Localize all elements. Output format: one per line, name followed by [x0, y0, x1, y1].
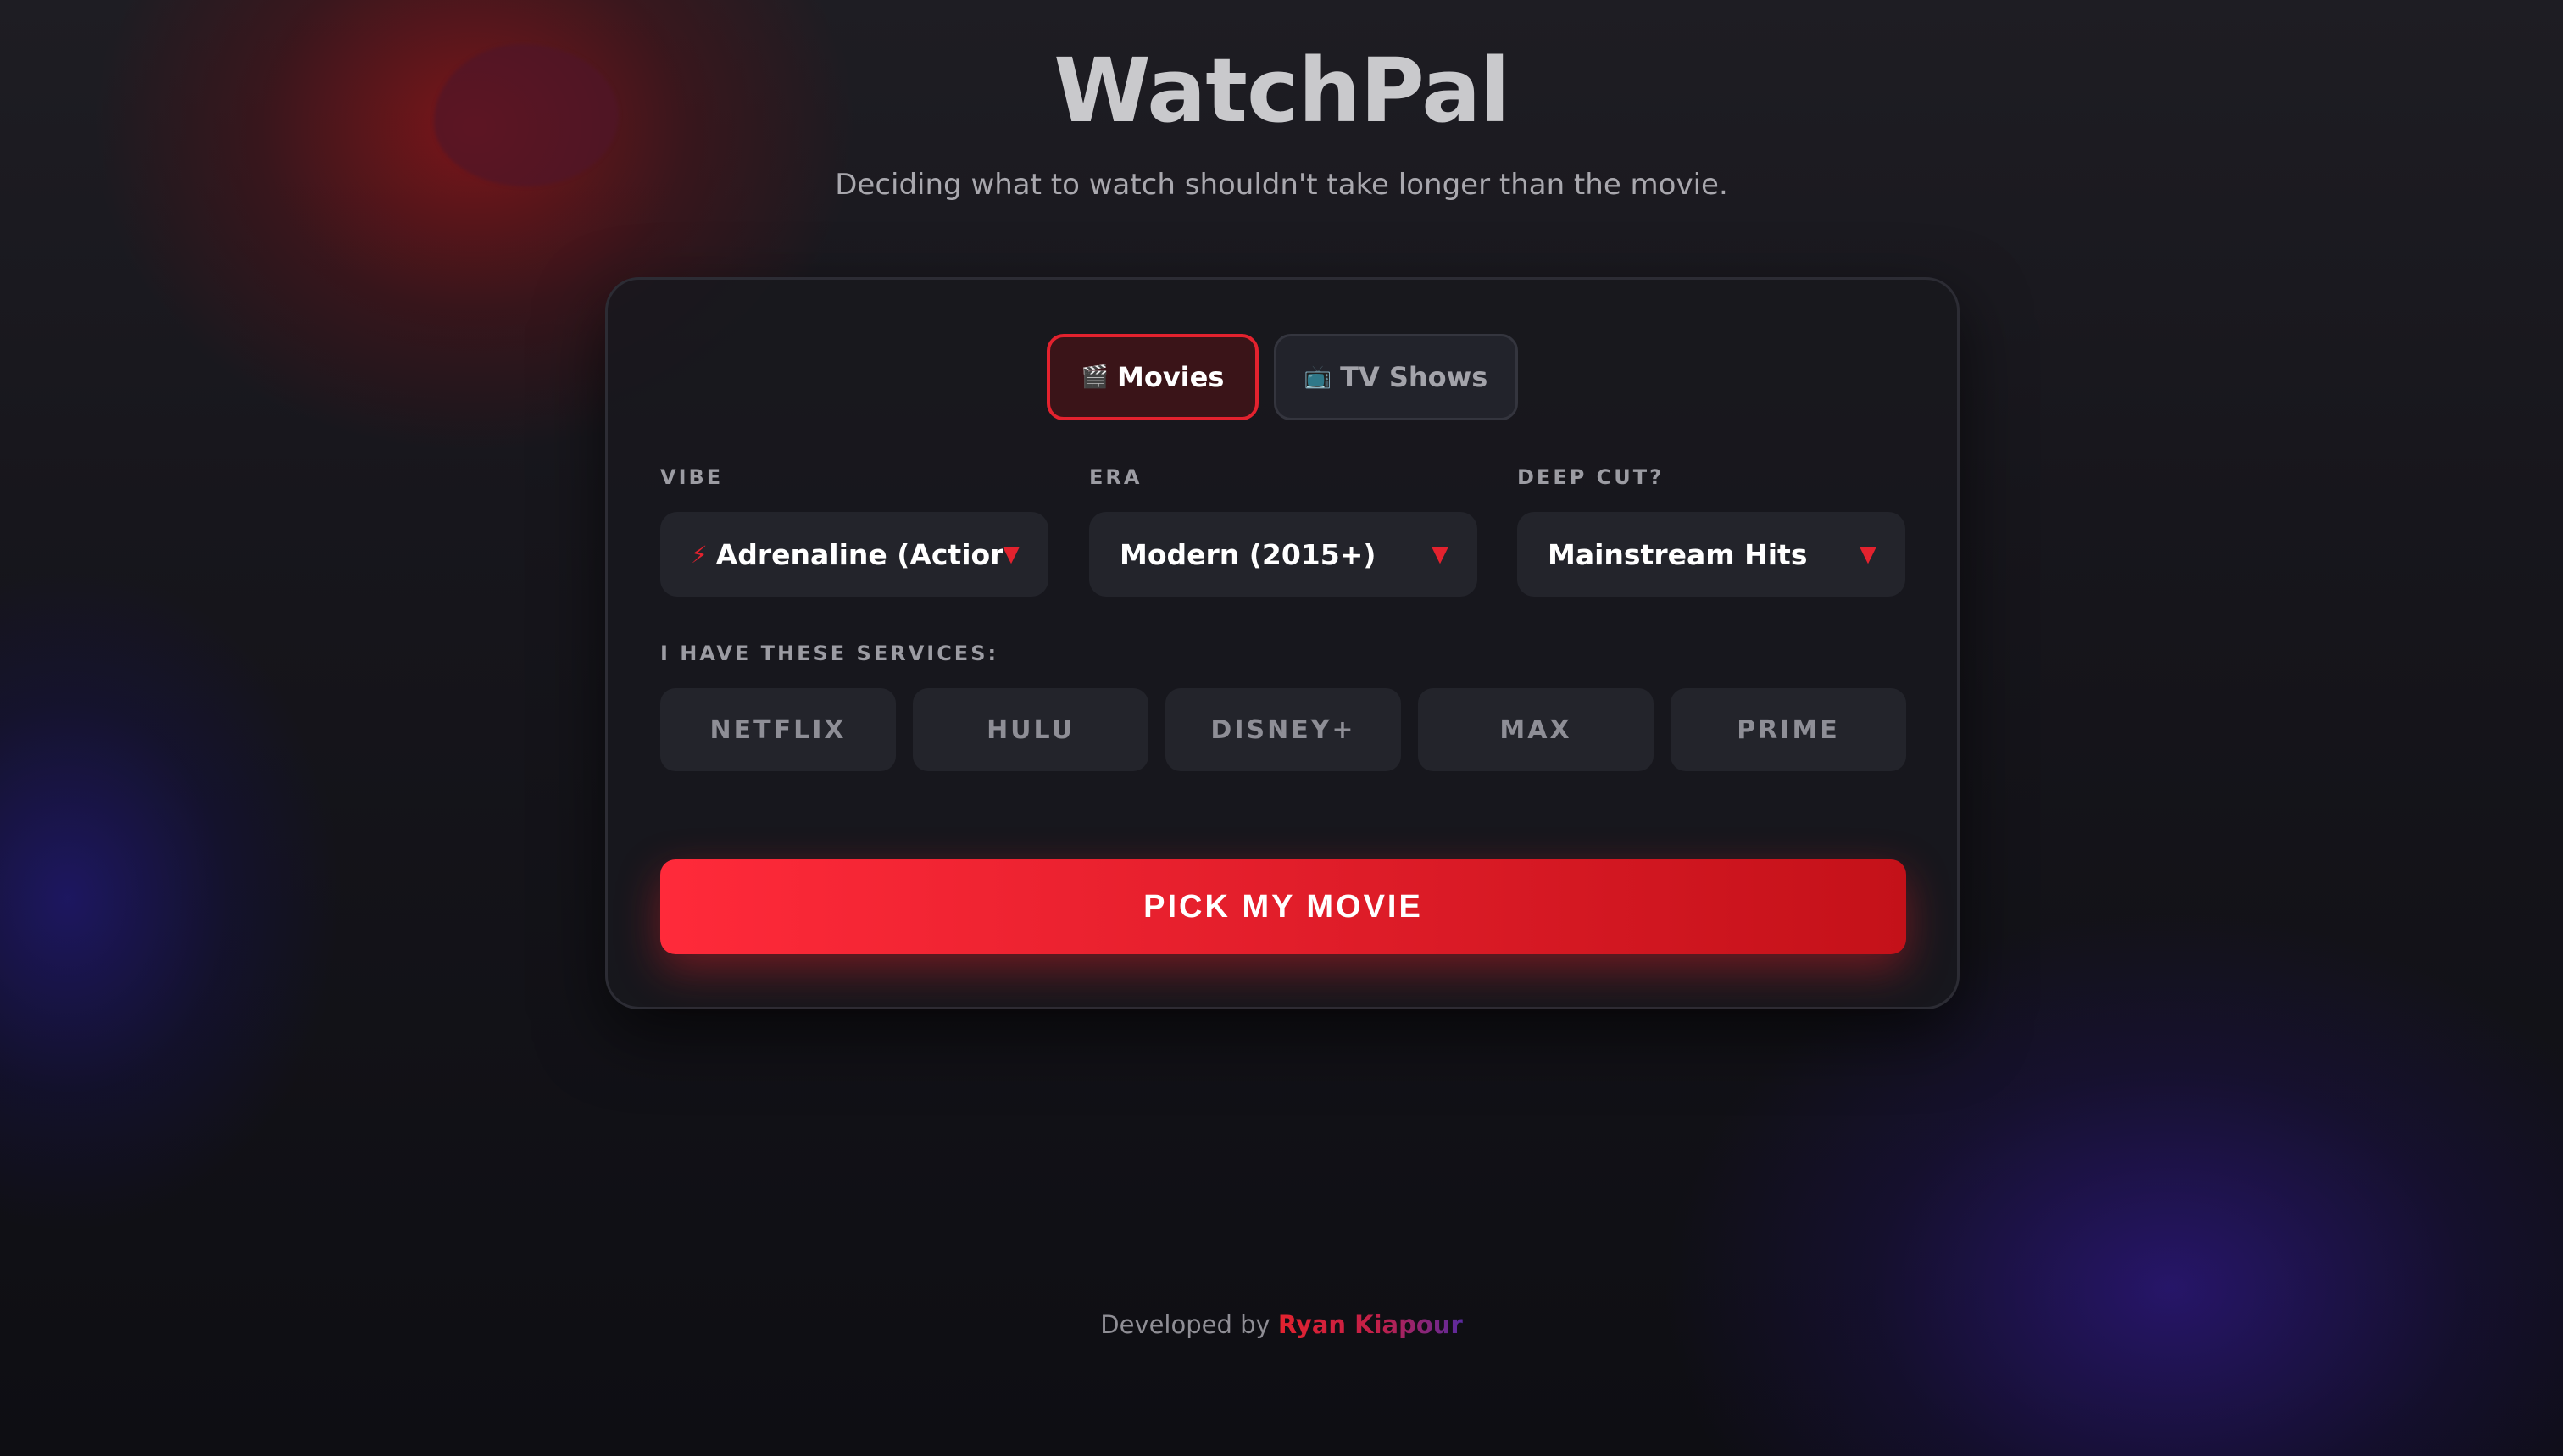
chevron-down-icon: ▼ — [1003, 542, 1020, 567]
vibe-select[interactable]: ⚡ Adrenaline (Action ▼ — [660, 512, 1048, 597]
era-label: ERA — [1089, 465, 1143, 489]
app-title: WatchPal — [1054, 39, 1510, 142]
tab-movies-label: Movies — [1116, 361, 1225, 393]
app-subtitle: Deciding what to watch shouldn't take lo… — [835, 168, 1728, 202]
service-hulu-toggle[interactable]: HULU — [913, 688, 1148, 771]
vibe-label: VIBE — [660, 465, 724, 489]
deep-cut-select[interactable]: Mainstream Hits ▼ — [1517, 512, 1905, 597]
services-list: NETFLIX HULU DISNEY+ MAX PRIME — [660, 688, 1906, 771]
tab-tv-shows[interactable]: 📺 TV Shows — [1274, 334, 1518, 420]
tab-tv-shows-label: TV Shows — [1340, 361, 1488, 393]
services-label: I HAVE THESE SERVICES: — [660, 642, 999, 665]
picker-card: 🎬 Movies 📺 TV Shows VIBE ERA DEEP CUT? ⚡… — [605, 277, 1960, 1009]
service-max-toggle[interactable]: MAX — [1418, 688, 1654, 771]
deep-cut-label: DEEP CUT? — [1517, 465, 1665, 489]
service-netflix-toggle[interactable]: NETFLIX — [660, 688, 896, 771]
chevron-down-icon: ▼ — [1432, 542, 1448, 567]
media-type-tabs: 🎬 Movies 📺 TV Shows — [608, 334, 1957, 420]
tab-movies[interactable]: 🎬 Movies — [1047, 334, 1259, 420]
deep-cut-select-value: Mainstream Hits — [1548, 537, 1808, 571]
vibe-select-value: Adrenaline (Action — [715, 537, 1003, 571]
clapperboard-icon: 🎬 — [1081, 364, 1109, 390]
page: WatchPal Deciding what to watch shouldn'… — [0, 0, 2563, 1456]
author-link[interactable]: Ryan Kiapour — [1278, 1310, 1463, 1339]
era-select[interactable]: Modern (2015+) ▼ — [1089, 512, 1477, 597]
pick-my-movie-button[interactable]: PICK MY MOVIE — [660, 859, 1906, 954]
television-icon: 📺 — [1304, 364, 1332, 390]
service-disney-plus-toggle[interactable]: DISNEY+ — [1165, 688, 1401, 771]
lightning-icon: ⚡ — [691, 540, 708, 569]
footer: Developed by Ryan Kiapour — [0, 1310, 2563, 1339]
footer-prefix: Developed by — [1100, 1310, 1270, 1339]
service-prime-toggle[interactable]: PRIME — [1671, 688, 1906, 771]
era-select-value: Modern (2015+) — [1120, 537, 1376, 571]
chevron-down-icon: ▼ — [1860, 542, 1876, 567]
